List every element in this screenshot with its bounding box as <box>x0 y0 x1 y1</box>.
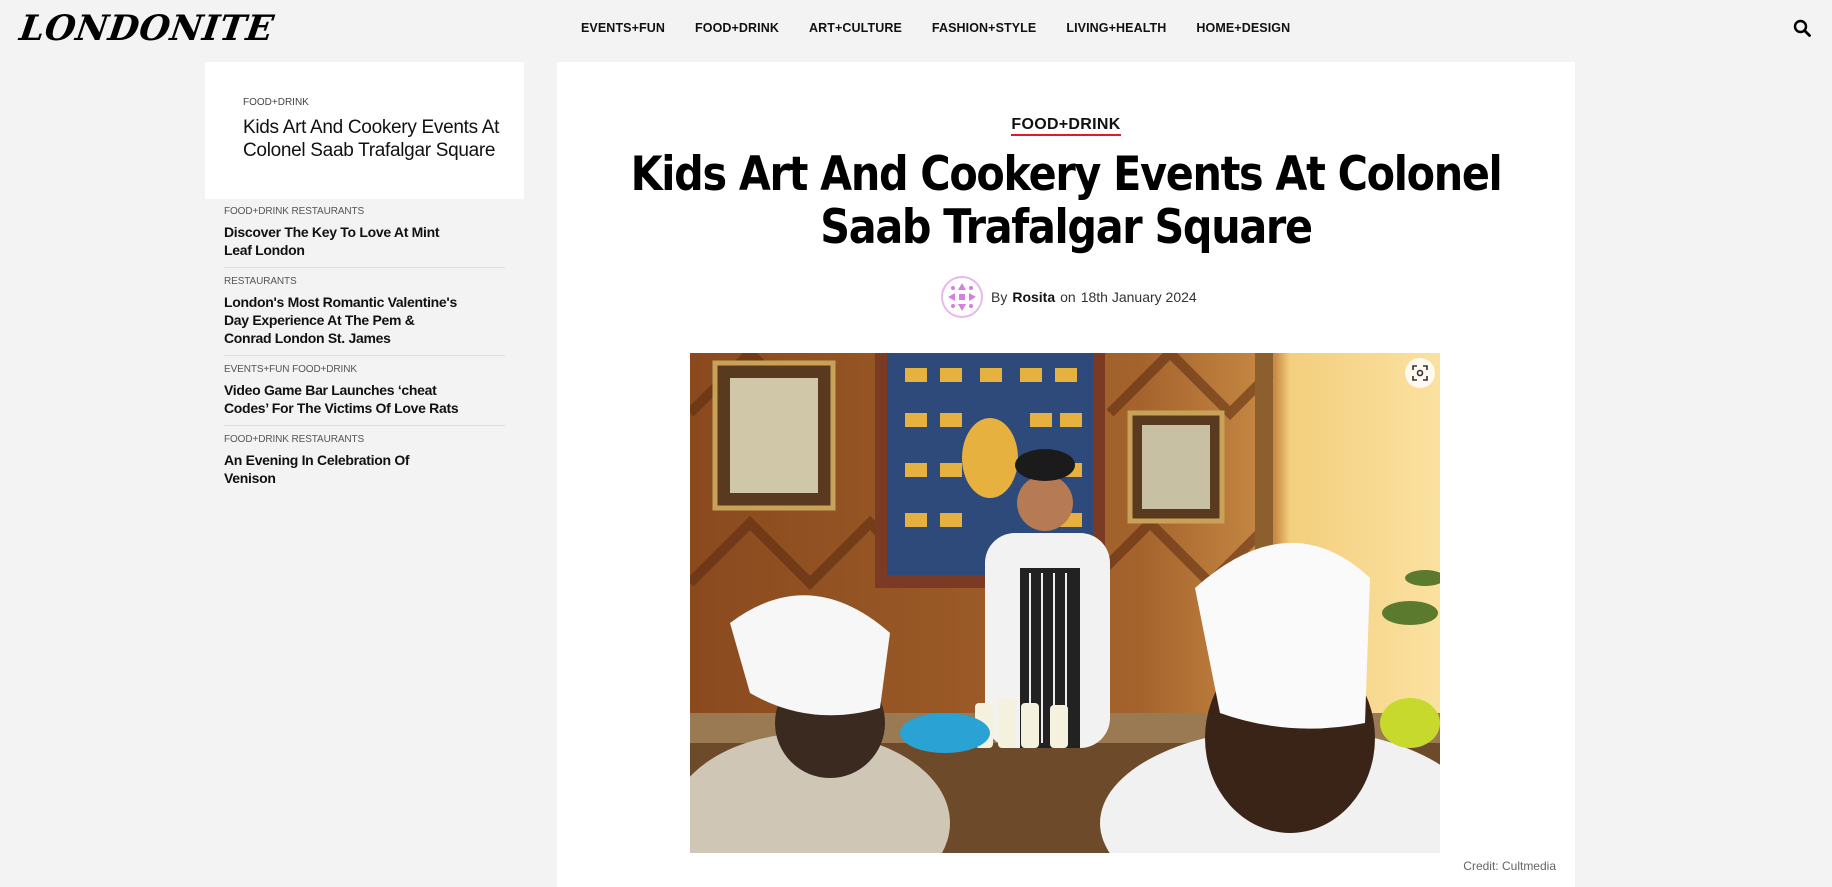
sidebar-current-title: Kids Art And Cookery Events At Colonel S… <box>243 117 500 161</box>
article-title: Kids Art And Cookery Events At Colonel S… <box>630 147 1503 255</box>
related-title[interactable]: An Evening In Celebration Of Venison <box>224 451 464 487</box>
hero-photo-illustration <box>690 353 1440 853</box>
article-card: FOOD+DRINK Kids Art And Cookery Events A… <box>557 62 1575 887</box>
publish-date: 18th January 2024 <box>1080 289 1197 305</box>
byline-by: By <box>991 289 1008 305</box>
search-icon[interactable] <box>1793 19 1813 39</box>
nav-art-culture[interactable]: ART+CULTURE <box>809 21 902 35</box>
nav-fashion-style[interactable]: FASHION+STYLE <box>932 21 1036 35</box>
article-category[interactable]: FOOD+DRINK <box>1011 116 1121 136</box>
site-header: LONDONITE EVENTS+FUN FOOD+DRINK ART+CULT… <box>0 0 1832 58</box>
sidebar-related-item[interactable]: RESTAURANTS London's Most Romantic Valen… <box>224 276 505 356</box>
sidebar-related-item[interactable]: EVENTS+FUN FOOD+DRINK Video Game Bar Lau… <box>224 364 505 426</box>
article-category-wrap: FOOD+DRINK <box>557 116 1575 136</box>
related-category: RESTAURANTS <box>224 276 297 287</box>
sidebar-current-article[interactable]: FOOD+DRINK Kids Art And Cookery Events A… <box>205 62 524 199</box>
nav-home-design[interactable]: HOME+DESIGN <box>1196 21 1290 35</box>
nav-food-drink[interactable]: FOOD+DRINK <box>695 21 779 35</box>
sidebar-current-category: FOOD+DRINK <box>243 97 309 108</box>
byline-on: on <box>1060 289 1076 305</box>
author-avatar[interactable] <box>941 276 983 318</box>
author-name[interactable]: Rosita <box>1012 289 1055 305</box>
sidebar-related-item[interactable]: FOOD+DRINK RESTAURANTS An Evening In Cel… <box>224 434 505 495</box>
related-category: EVENTS+FUN FOOD+DRINK <box>224 364 357 375</box>
site-logo[interactable]: LONDONITE <box>17 8 276 49</box>
nav-events-fun[interactable]: EVENTS+FUN <box>581 21 665 35</box>
expand-image-icon[interactable] <box>1405 358 1435 388</box>
related-category: FOOD+DRINK RESTAURANTS <box>224 206 365 217</box>
image-credit: Credit: Cultmedia <box>1463 859 1556 873</box>
related-title[interactable]: London's Most Romantic Valentine's Day E… <box>224 293 464 347</box>
related-category: FOOD+DRINK RESTAURANTS <box>224 434 365 445</box>
hero-image <box>690 353 1440 853</box>
nav-living-health[interactable]: LIVING+HEALTH <box>1066 21 1166 35</box>
sidebar-related-list: FOOD+DRINK RESTAURANTS Discover The Key … <box>224 206 505 503</box>
main-nav: EVENTS+FUN FOOD+DRINK ART+CULTURE FASHIO… <box>581 21 1320 35</box>
sidebar-related-item[interactable]: FOOD+DRINK RESTAURANTS Discover The Key … <box>224 206 505 268</box>
related-title[interactable]: Video Game Bar Launches ‘cheat Codes’ Fo… <box>224 381 464 417</box>
related-title[interactable]: Discover The Key To Love At Mint Leaf Lo… <box>224 223 464 259</box>
article-byline: By Rosita on 18th January 2024 <box>941 276 1197 318</box>
